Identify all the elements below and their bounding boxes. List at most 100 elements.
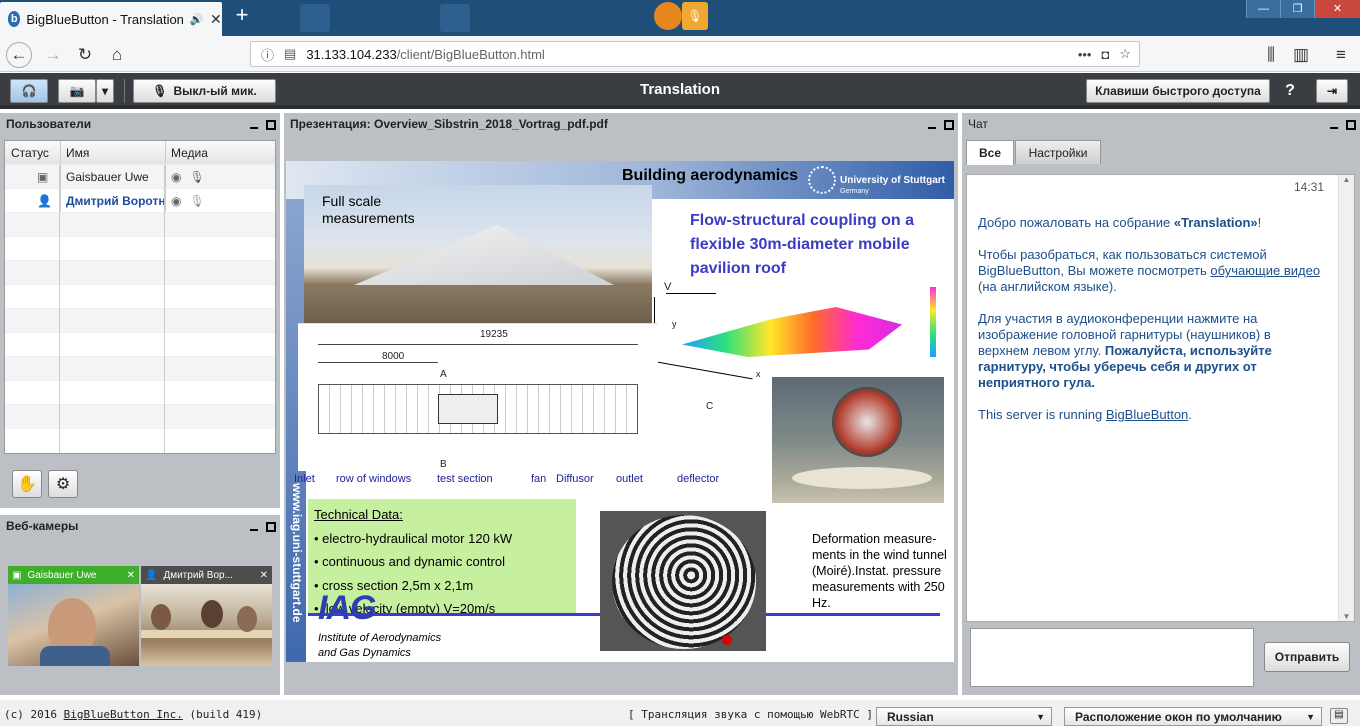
- chat-text: .: [1188, 407, 1192, 422]
- presentation-panel-header: Презентация: Overview_Sibstrin_2018_Vort…: [284, 113, 958, 135]
- slide-header-title: Building aerodynamics: [622, 167, 799, 184]
- tab-settings[interactable]: Настройки: [1015, 140, 1101, 164]
- close-icon[interactable]: ✕: [260, 570, 268, 581]
- maximize-icon[interactable]: [1346, 119, 1356, 130]
- minimize-icon[interactable]: [250, 126, 258, 129]
- label-diffusor: Diffusor: [556, 473, 594, 485]
- section-b-label: B: [440, 459, 447, 470]
- chat-panel-title: Чат: [968, 117, 988, 131]
- table-row[interactable]: ▣ Gaisbauer Uwe ◉ 🎙: [5, 165, 275, 189]
- maximize-icon[interactable]: [266, 119, 276, 130]
- column-header-status[interactable]: Статус: [5, 146, 60, 160]
- url-path: /client/BigBlueButton.html: [396, 46, 545, 62]
- chat-scrollbar[interactable]: ▲ ▼: [1338, 175, 1354, 621]
- mic-off-icon: 🎙: [152, 84, 168, 98]
- column-header-media[interactable]: Медиа: [165, 141, 275, 164]
- chat-welcome-text: Добро пожаловать на собрание «Translatio…: [978, 215, 1323, 439]
- presentation-slide[interactable]: Building aerodynamics University of Stut…: [286, 161, 954, 662]
- copyright-text: (c) 2016: [4, 708, 64, 721]
- forward-button[interactable]: →: [40, 42, 66, 68]
- close-tab-icon[interactable]: ✕: [210, 11, 222, 28]
- language-select[interactable]: Russian ▼: [876, 707, 1052, 726]
- sidebar-icon[interactable]: ▥: [1288, 42, 1314, 68]
- technical-data-item: • electro-hydraulical motor 120 kW: [314, 530, 513, 546]
- iag-logo: IAG: [318, 589, 376, 627]
- layout-select[interactable]: Расположение окон по умолчанию ▼: [1064, 707, 1322, 726]
- pocket-icon[interactable]: ◘: [1101, 47, 1109, 62]
- webcam-video-1[interactable]: ▣ Gaisbauer Uwe ✕: [8, 566, 139, 666]
- shortcuts-button[interactable]: Клавиши быстрого доступа: [1086, 79, 1270, 103]
- send-button[interactable]: Отправить: [1264, 642, 1350, 672]
- reload-button[interactable]: ↻: [72, 42, 98, 68]
- presentation-title: Презентация: Overview_Sibstrin_2018_Vort…: [290, 117, 608, 131]
- close-icon[interactable]: ✕: [127, 570, 135, 581]
- logout-button[interactable]: ⇥: [1316, 79, 1348, 103]
- minimize-window-button[interactable]: —: [1246, 0, 1280, 18]
- label-inlet: Inlet: [294, 473, 315, 485]
- chat-input[interactable]: [970, 628, 1254, 687]
- firefox-icon[interactable]: [654, 2, 682, 30]
- url-bar[interactable]: ⓘ ▤ 31.133.104.233/client/BigBlueButton.…: [250, 41, 1140, 67]
- webcams-panel-title: Веб-камеры: [6, 519, 79, 533]
- chat-message: This server is running BigBlueButton.: [978, 407, 1323, 423]
- webcam-dropdown-button[interactable]: ▾: [96, 79, 114, 103]
- help-button[interactable]: ?: [1282, 82, 1298, 100]
- webrtc-status: [ Трансляция звука с помощью WebRTC ]: [628, 708, 874, 721]
- menu-icon[interactable]: ≡: [1328, 42, 1354, 68]
- chat-text: This server is running: [978, 407, 1106, 422]
- raise-hand-button[interactable]: ✋: [12, 470, 42, 498]
- bbb-toolbar: 🎧 📷 ▾ 🎙 Выкл-ый мик. Translation Клавиши…: [0, 73, 1360, 109]
- more-actions-icon[interactable]: •••: [1078, 47, 1092, 62]
- label-deflector: deflector: [677, 473, 720, 485]
- chat-panel-header: Чат: [962, 113, 1360, 135]
- chat-message: Чтобы разобраться, как пользоваться сист…: [978, 247, 1323, 295]
- tab-all[interactable]: Все: [966, 140, 1014, 165]
- window-controls: — ❐ ✕: [1246, 0, 1360, 18]
- webcam-button[interactable]: 📷: [58, 79, 96, 103]
- table-row[interactable]: 👤 Дмитрий Воротни ◉ 🎙: [5, 189, 275, 213]
- webcam-video-2[interactable]: 👤 Дмитрий Вор... ✕: [141, 566, 272, 666]
- maximize-icon[interactable]: [944, 119, 954, 130]
- users-table-header: Статус Имя Медиа: [5, 141, 275, 165]
- mic-mute-button[interactable]: 🎙 Выкл-ый мик.: [133, 79, 276, 103]
- mic-muted-icon[interactable]: 🎙: [189, 194, 204, 208]
- library-icon[interactable]: ⫼: [1258, 42, 1284, 68]
- home-button[interactable]: ⌂: [104, 42, 130, 68]
- chat-text: Добро пожаловать на собрание: [978, 215, 1174, 230]
- new-tab-button[interactable]: +: [230, 4, 254, 28]
- bookmark-star-icon[interactable]: ☆: [1119, 46, 1139, 62]
- column-header-name[interactable]: Имя: [60, 141, 165, 164]
- layout-value: Расположение окон по умолчанию: [1075, 709, 1282, 724]
- back-button[interactable]: ←: [6, 42, 32, 68]
- bbb-inc-link[interactable]: BigBlueButton Inc.: [64, 708, 183, 721]
- close-window-button[interactable]: ✕: [1314, 0, 1360, 18]
- label-fan: fan: [531, 473, 547, 485]
- slide-side-url: www.iag.uni-stuttgart.de: [290, 483, 304, 623]
- bigbluebutton-link[interactable]: BigBlueButton: [1106, 407, 1188, 422]
- minimize-icon[interactable]: [928, 126, 936, 129]
- webcam-icon[interactable]: ◉: [171, 194, 181, 208]
- webcam-user-name: Дмитрий Вор...: [163, 569, 233, 581]
- mic-icon[interactable]: 🎙: [189, 170, 204, 184]
- apply-layout-icon[interactable]: ▤: [1330, 708, 1348, 724]
- technical-data-item: • continuous and dynamic control: [314, 554, 505, 569]
- webcam-icon[interactable]: ◉: [171, 170, 181, 184]
- settings-gear-icon[interactable]: ⚙: [48, 470, 78, 498]
- speaker-icon[interactable]: 🔊: [190, 13, 204, 26]
- microphone-icon[interactable]: 🎙: [682, 2, 708, 30]
- maximize-icon[interactable]: [266, 521, 276, 532]
- tutorial-video-link[interactable]: обучающие видео: [1210, 263, 1320, 278]
- browser-tab[interactable]: b BigBlueButton - Translation 🔊 ✕: [0, 2, 222, 36]
- user-icon: 👤: [37, 193, 52, 208]
- minimize-icon[interactable]: [1330, 126, 1338, 129]
- headset-button[interactable]: 🎧: [10, 79, 48, 103]
- axis-x-label: x: [756, 369, 761, 379]
- info-icon[interactable]: ⓘ: [261, 45, 274, 64]
- chevron-down-icon: ▼: [1306, 711, 1315, 722]
- dimension-19235: 19235: [480, 329, 508, 340]
- maximize-window-button[interactable]: ❐: [1280, 0, 1314, 18]
- chat-timestamp: 14:31: [1294, 180, 1325, 194]
- photo-caption: Full scale measurements: [322, 193, 415, 226]
- url-host: 31.133.104.233: [306, 46, 397, 62]
- minimize-icon[interactable]: [250, 528, 258, 531]
